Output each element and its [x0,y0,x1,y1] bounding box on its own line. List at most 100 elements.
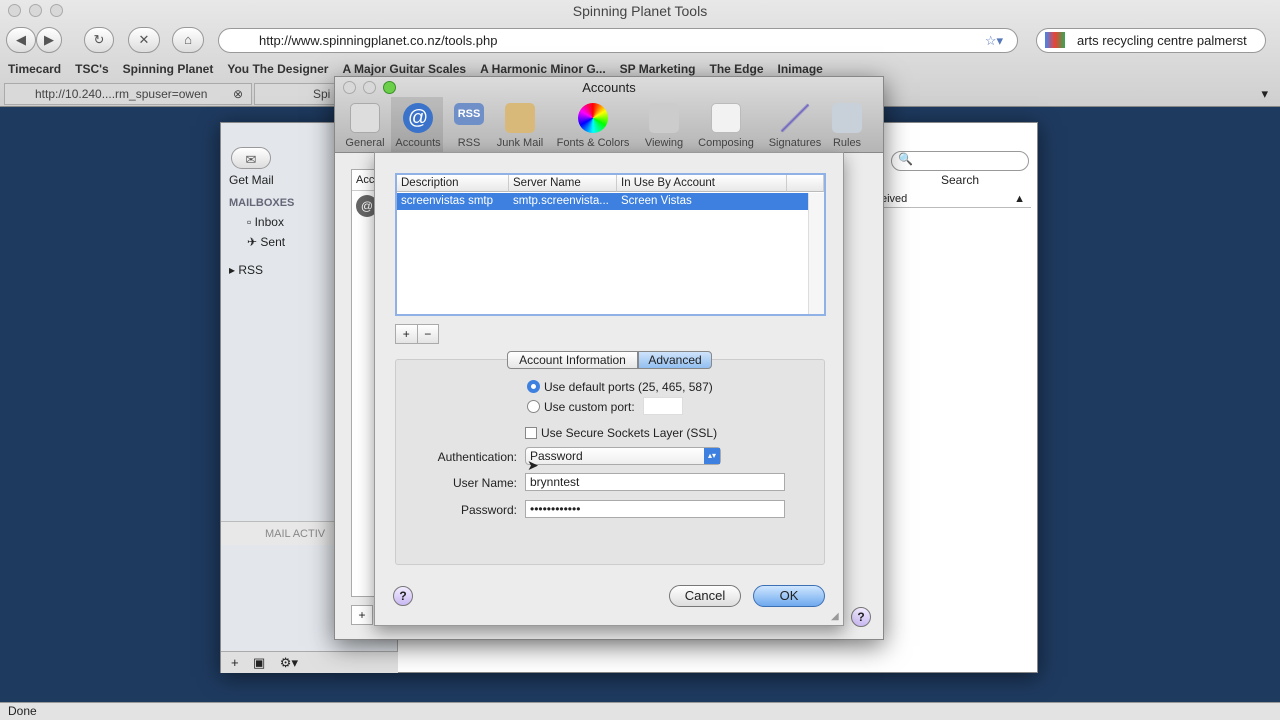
sent-label: Sent [260,235,286,249]
tab-title: Spi [313,87,331,101]
tab-title: http://10.240....rm_spuser=owen [35,87,208,101]
add-server-button[interactable]: + [396,325,418,343]
mailboxes-header: MAILBOXES [229,197,295,209]
trash-bag-icon [505,103,535,133]
toolbar-general[interactable]: General [343,103,387,149]
received-column-header[interactable]: eived ▲ [881,191,1031,208]
preferences-toolbar: Accounts General @ Accounts RSS RSS Junk M… [335,77,883,153]
ok-button[interactable]: OK [753,585,825,607]
mailbox-inbox[interactable]: ▫ Inbox [247,215,284,229]
home-icon: ⌂ [184,32,192,47]
toolbar-viewing[interactable]: Viewing [639,103,689,149]
rss-label: RSS [238,263,264,277]
get-mail-label: Get Mail [229,173,274,187]
column-header-description[interactable]: Description [397,175,509,192]
column-header-server-name[interactable]: Server Name [509,175,617,192]
gear-icon[interactable]: ⚙▾ [280,655,298,670]
bookmark[interactable]: Timecard [8,62,61,80]
table-scrollbar[interactable] [808,193,824,314]
toolbar-label: Junk Mail [496,137,544,149]
at-sign-icon: @ [403,103,433,133]
browser-tab[interactable]: http://10.240....rm_spuser=owen ⊗ [4,83,252,105]
toolbar-rules[interactable]: Rules [831,103,863,149]
tab-list-icon[interactable]: ▾ [1261,86,1268,102]
reload-button[interactable]: ↻ [84,27,114,53]
select-arrows-icon: ▴▾ [704,448,720,464]
window-title: Accounts [582,80,636,95]
google-icon [1045,32,1065,48]
archive-icon[interactable]: ▣ [253,655,265,670]
home-button[interactable]: ⌂ [172,27,204,53]
default-ports-label: Use default ports (25, 465, 587) [544,380,713,394]
toolbar-accounts[interactable]: @ Accounts [393,103,443,149]
column-header-in-use-by[interactable]: In Use By Account [617,175,787,192]
tab-account-information[interactable]: Account Information [507,351,638,369]
help-button[interactable]: ? [393,586,413,606]
reload-icon: ↻ [93,32,105,47]
address-bar[interactable]: http://www.spinningplanet.co.nz/tools.ph… [218,28,1018,53]
toolbar-junk-mail[interactable]: Junk Mail [493,103,547,149]
back-arrow-icon: ◀ [16,32,26,47]
toolbar-label: Fonts & Colors [556,137,630,149]
default-ports-radio[interactable] [527,380,540,393]
help-button[interactable]: ? [851,607,871,627]
envelope-icon: ✉ [245,152,257,167]
mailbox-rss[interactable]: ▸ RSS [229,263,263,277]
back-button[interactable]: ◀ [6,27,36,53]
forward-button[interactable]: ▶ [36,27,62,53]
toolbar-composing[interactable]: Composing [693,103,759,149]
forward-arrow-icon: ▶ [44,32,54,47]
toolbar-label: Viewing [644,137,684,149]
rss-icon: RSS [454,103,484,125]
mailbox-sent[interactable]: ✈ Sent [247,235,285,249]
search-icon: 🔍 [898,152,913,166]
color-wheel-icon [578,103,608,133]
smtp-server-table[interactable]: Description Server Name In Use By Accoun… [395,173,826,316]
custom-port-radio[interactable] [527,400,540,413]
browser-tab[interactable]: Spi [254,83,344,105]
search-input[interactable]: arts recycling centre palmerst [1036,28,1266,53]
custom-port-label: Use custom port: [544,400,635,414]
cell-server-name: smtp.screenvista... [513,195,609,207]
custom-port-input[interactable] [643,397,683,415]
status-bar: Done [0,702,1280,720]
tab-advanced[interactable]: Advanced [638,351,712,369]
toolbar-label: Signatures [768,137,822,149]
toolbar-fonts-colors[interactable]: Fonts & Colors [553,103,633,149]
cancel-button[interactable]: Cancel [669,585,741,607]
authentication-label: Authentication: [437,450,517,464]
cell-in-use-by: Screen Vistas [621,195,692,207]
authentication-select[interactable]: Password ▴▾ [525,447,721,465]
toolbar-rss[interactable]: RSS RSS [451,103,487,149]
bookmark[interactable]: Spinning Planet [123,62,214,80]
switch-icon [350,103,380,133]
user-name-input[interactable]: brynntest [525,473,785,491]
mail-search-input[interactable]: 🔍 [891,151,1029,171]
bookmark[interactable]: You The Designer [227,62,328,80]
ssl-checkbox[interactable] [525,427,537,439]
add-mailbox-button[interactable]: + [231,655,239,670]
password-input[interactable]: •••••••••••• [525,500,785,518]
bookmark[interactable]: TSC's [75,62,109,80]
search-label: Search [941,173,980,187]
add-remove-control: + − [395,324,439,344]
get-mail-button[interactable]: ✉ [231,147,271,169]
resize-grip-icon[interactable]: ◢ [831,611,839,622]
toolbar-label: General [345,137,385,149]
toolbar-label: RSS [457,137,481,149]
toolbar-signatures[interactable]: Signatures [763,103,827,149]
bookmark-star-icon[interactable]: ☆▾ [985,29,1003,52]
password-label: Password: [460,503,517,517]
close-tab-icon[interactable]: ⊗ [233,84,243,104]
stop-icon: ✕ [138,32,150,47]
cell-description: screenvistas smtp [401,195,494,207]
user-name-label: User Name: [452,476,517,490]
toolbar-label: Composing [698,137,754,149]
toolbar-label: Rules [832,137,862,149]
remove-server-button[interactable]: − [418,325,439,343]
stop-button[interactable]: ✕ [128,27,160,53]
pen-icon [780,103,810,133]
add-account-button[interactable]: + [351,605,373,625]
rules-arrows-icon [832,103,862,133]
mail-bottom-bar: + ▣ ⚙▾ [221,651,398,673]
